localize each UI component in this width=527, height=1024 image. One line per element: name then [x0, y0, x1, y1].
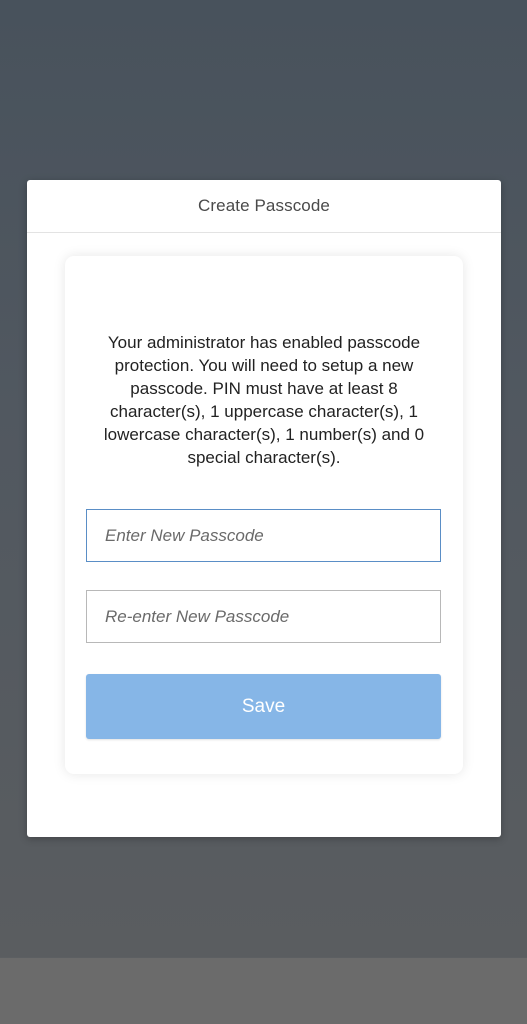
- create-passcode-dialog: Create Passcode Your administrator has e…: [27, 180, 501, 837]
- dialog-title: Create Passcode: [198, 196, 330, 215]
- save-button-label: Save: [241, 695, 286, 717]
- bottom-bar: [0, 958, 527, 1024]
- confirm-passcode-input[interactable]: Re-enter New Passcode: [86, 590, 441, 643]
- passcode-card: Your administrator has enabled passcode …: [65, 256, 463, 774]
- confirm-passcode-placeholder: Re-enter New Passcode: [105, 606, 290, 626]
- passcode-requirements-message: Your administrator has enabled passcode …: [103, 333, 425, 467]
- new-passcode-input[interactable]: Enter New Passcode: [86, 509, 441, 562]
- new-passcode-placeholder: Enter New Passcode: [105, 525, 264, 545]
- save-button[interactable]: Save: [86, 674, 441, 739]
- dialog-header: Create Passcode: [27, 180, 501, 233]
